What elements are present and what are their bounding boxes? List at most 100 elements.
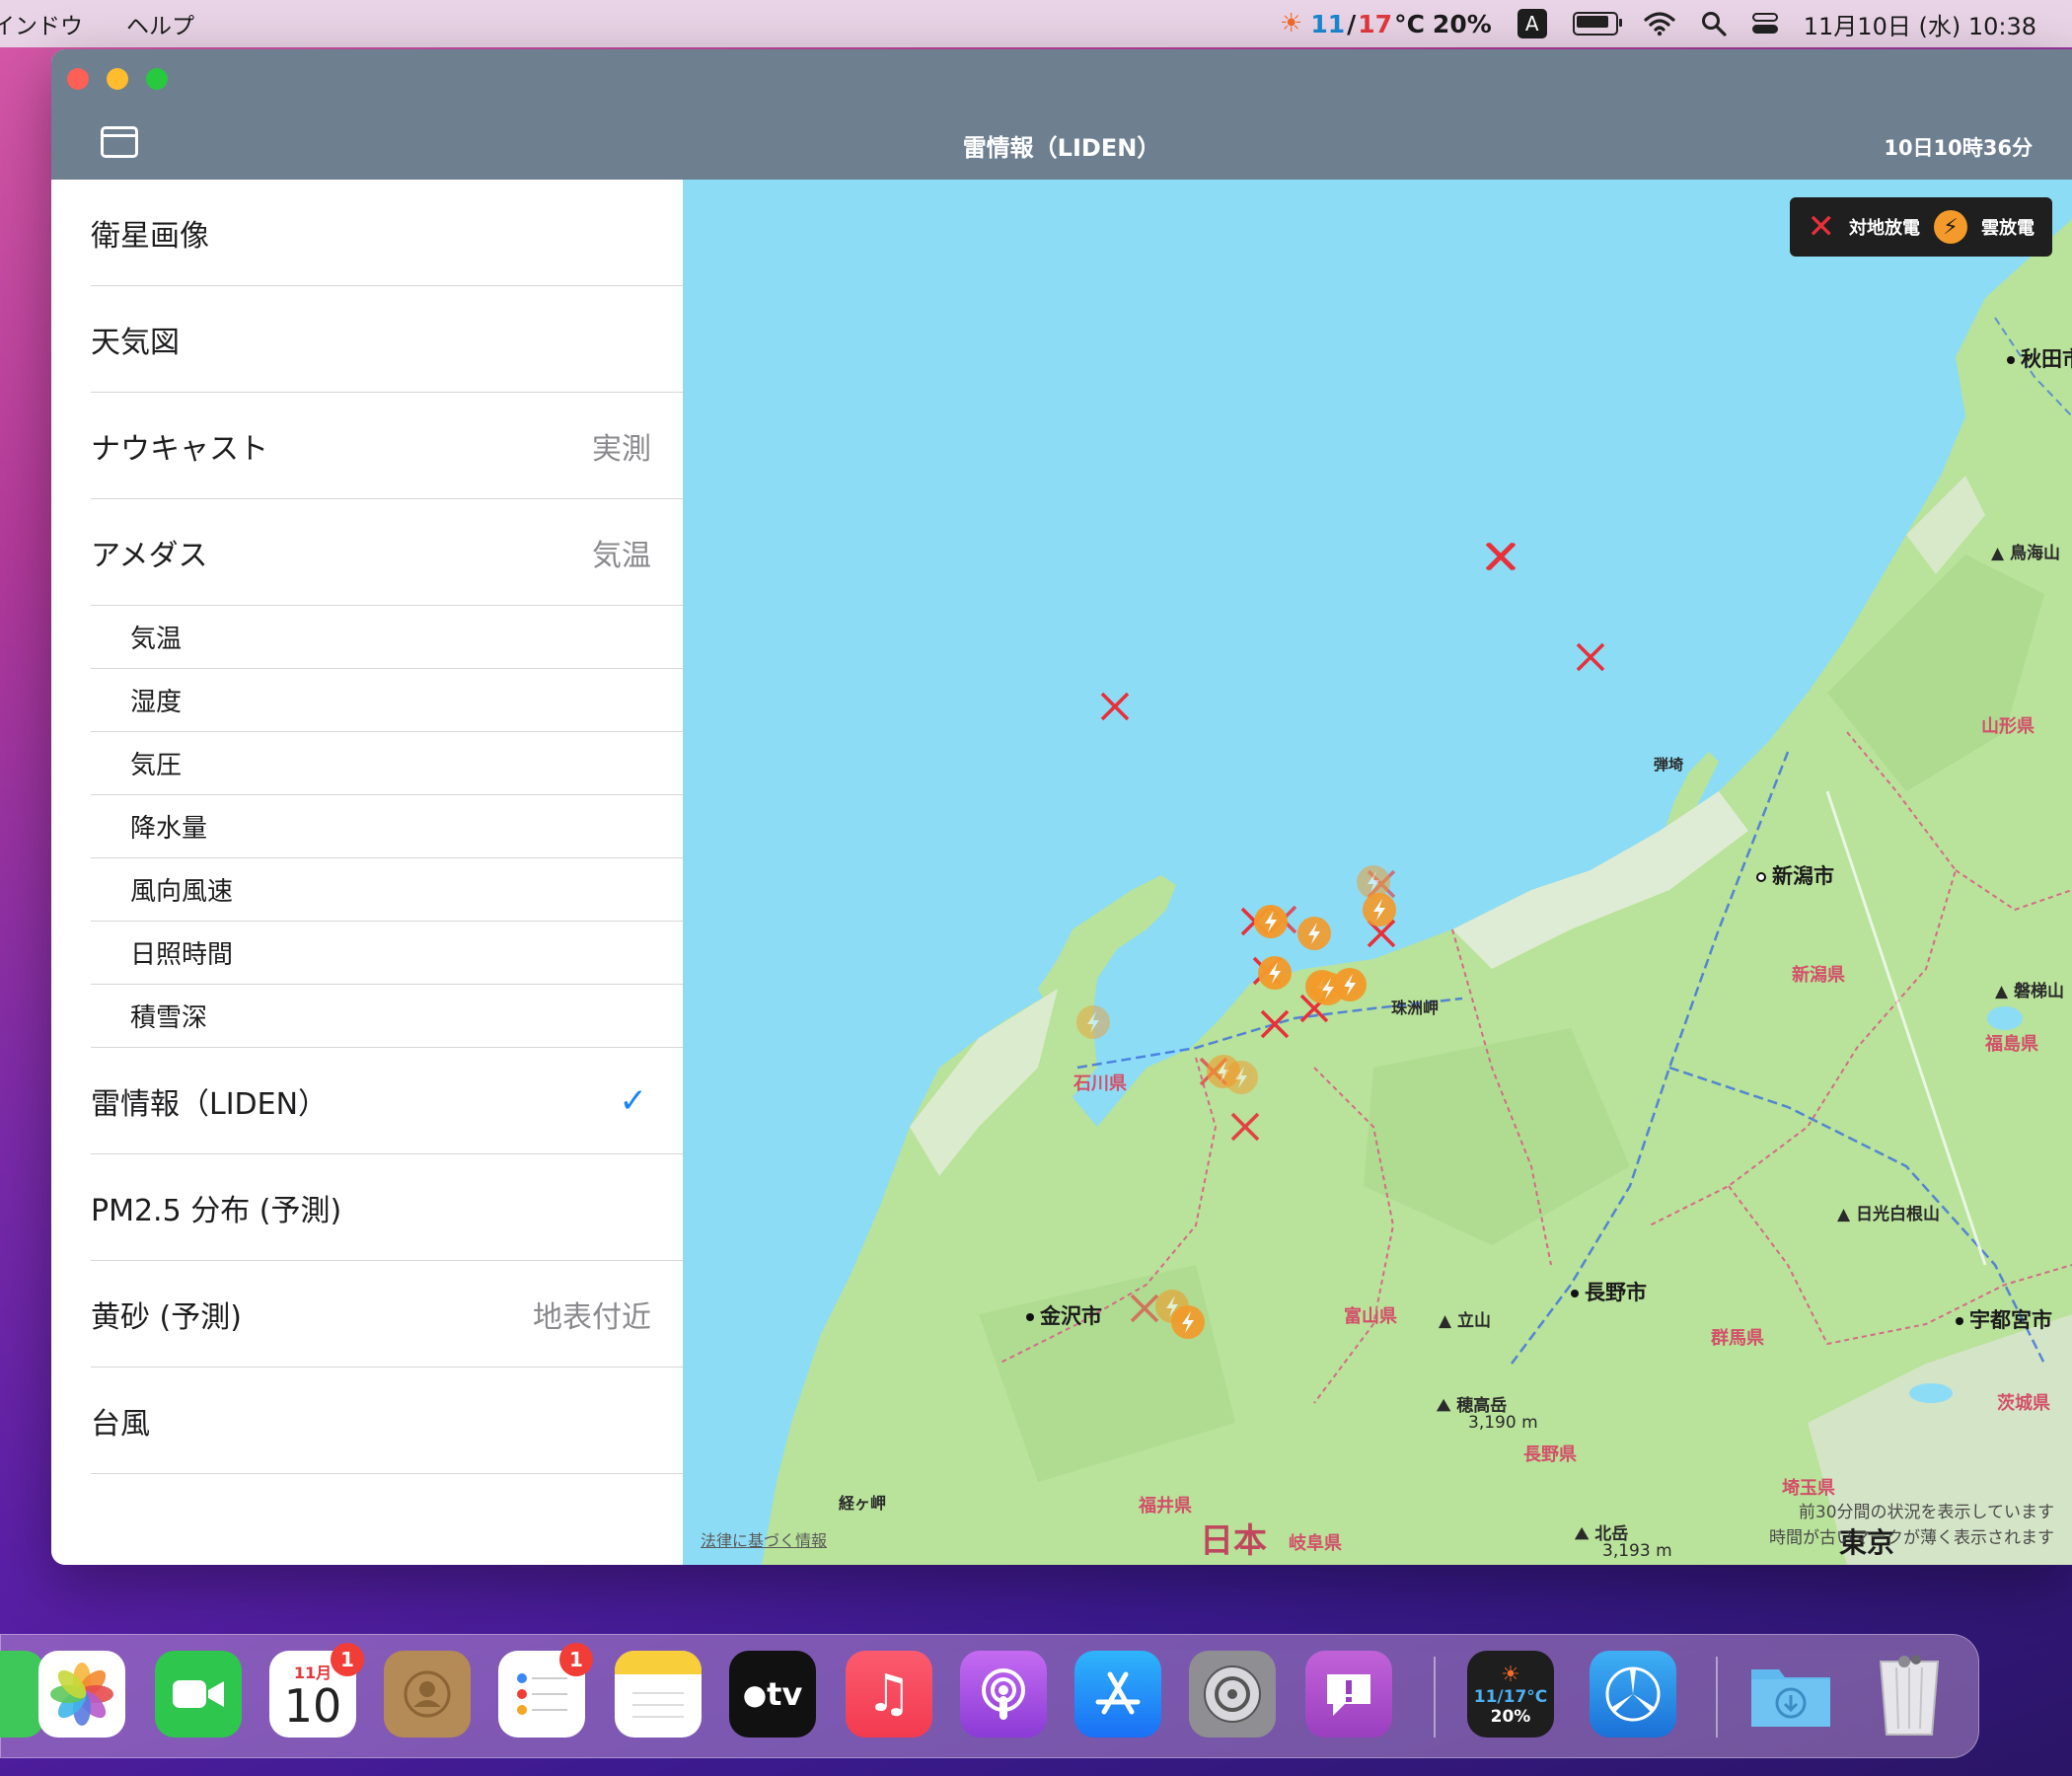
sidebar-item-liden[interactable]: 雷情報（LIDEN） ✓ bbox=[91, 1048, 683, 1154]
lightning-strikes bbox=[1076, 542, 1605, 1339]
label-nikko: ▲ 日光白根山 bbox=[1837, 1205, 1940, 1224]
dock-trash-icon[interactable] bbox=[1866, 1651, 1953, 1738]
close-button[interactable] bbox=[67, 68, 89, 90]
cloud-strike-icon: ⚡ bbox=[1934, 210, 1967, 244]
lightning-map[interactable]: ✕ 対地放電 ⚡ 雲放電 秋田市 ▲ 鳥海山 山形県 弾埼 新潟市 新潟県 ▲ … bbox=[683, 180, 2072, 1565]
dock-reminders-icon[interactable]: 1 bbox=[498, 1643, 593, 1738]
ground-strike-mark bbox=[1260, 1009, 1290, 1039]
dock-apple-tv-icon[interactable]: ● tv bbox=[729, 1651, 816, 1738]
sidebar-item-amedas[interactable]: アメダス 気温 bbox=[91, 499, 683, 606]
dock-downloads-folder-icon[interactable] bbox=[1747, 1651, 1834, 1738]
weather-high: 17 bbox=[1358, 9, 1393, 38]
label-gunma: 群馬県 bbox=[1711, 1328, 1764, 1349]
label-yamagata: 山形県 bbox=[1981, 716, 2035, 737]
label-fukui: 福井県 bbox=[1139, 1496, 1192, 1517]
dock-contacts-icon[interactable] bbox=[384, 1651, 471, 1738]
ground-strike-icon: ✕ bbox=[1807, 207, 1836, 247]
cloud-strike-mark bbox=[1311, 972, 1345, 1005]
calendar-badge: 1 bbox=[331, 1643, 364, 1676]
dock-photos-icon[interactable] bbox=[38, 1651, 125, 1738]
checkmark-icon: ✓ bbox=[619, 1080, 648, 1121]
dock-podcasts-icon[interactable] bbox=[960, 1651, 1047, 1738]
sidebar-item-label: 黄砂 (予測) bbox=[91, 1299, 242, 1335]
reminders-badge: 1 bbox=[559, 1643, 593, 1676]
battery-icon[interactable] bbox=[1572, 12, 1622, 36]
title-bar: 雷情報（LIDEN） 10日10時36分 bbox=[51, 49, 2072, 180]
sidebar-item-label: ナウキャスト bbox=[91, 431, 268, 467]
dock: 11月 10 1 1 ● tv ♫ ☀ 11/17°C 20% bbox=[0, 1634, 1979, 1758]
weather-low: 11 bbox=[1310, 9, 1346, 38]
ground-strike-mark bbox=[1576, 642, 1605, 672]
legend-cloud-label: 雲放電 bbox=[1981, 218, 2035, 239]
sidebar-item-satellite[interactable]: 衛星画像 bbox=[91, 180, 683, 286]
dock-notes-icon[interactable] bbox=[615, 1651, 702, 1738]
wifi-icon[interactable] bbox=[1644, 11, 1675, 37]
menu-window[interactable]: インドウ bbox=[0, 7, 83, 40]
label-hotaka-height: 3,190 m bbox=[1468, 1413, 1538, 1433]
input-method-icon[interactable]: A bbox=[1517, 9, 1547, 38]
zoom-button[interactable] bbox=[146, 68, 168, 90]
sidebar-item-value: 地表付近 bbox=[533, 1299, 651, 1335]
dock-system-preferences-icon[interactable] bbox=[1189, 1651, 1276, 1738]
label-niigata-pref: 新潟県 bbox=[1792, 965, 1845, 986]
sidebar-subitem-snow-depth[interactable]: 積雪深 bbox=[91, 985, 683, 1048]
sidebar-item-nowcast[interactable]: ナウキャスト 実測 bbox=[91, 393, 683, 499]
weather-slash: / bbox=[1347, 9, 1357, 38]
sidebar-item-label: アメダス bbox=[91, 538, 208, 573]
sidebar-subitem-humidity[interactable]: 湿度 bbox=[91, 669, 683, 732]
sidebar-subitem-temperature[interactable]: 気温 bbox=[91, 606, 683, 669]
cloud-strike-mark bbox=[1076, 1005, 1110, 1039]
sidebar-item-label: 日照時間 bbox=[130, 940, 234, 970]
sidebar-item-typhoon[interactable]: 台風 bbox=[91, 1368, 683, 1474]
cloud-strike-mark bbox=[1297, 917, 1331, 950]
music-note-icon: ♫ bbox=[865, 1665, 913, 1724]
dock-feedback-icon[interactable] bbox=[1305, 1651, 1392, 1738]
sidebar-item-label: 雷情報（LIDEN） bbox=[91, 1086, 329, 1122]
menubar-datetime[interactable]: 11月10日 (水) 10:38 bbox=[1804, 7, 2036, 41]
menu-help[interactable]: ヘルプ bbox=[126, 7, 194, 40]
dock-music-icon[interactable]: ♫ bbox=[846, 1651, 932, 1738]
dock-windmill-app-icon[interactable] bbox=[1590, 1651, 1676, 1738]
map-note-period: 前30分間の状況を表示しています bbox=[1798, 1503, 2054, 1522]
label-kanazawa: 金沢市 bbox=[1026, 1300, 1102, 1330]
legend-ground-label: 対地放電 bbox=[1849, 218, 1920, 239]
dock-divider bbox=[1716, 1657, 1718, 1738]
menubar-weather[interactable]: ☀ 11/17 °C 20% bbox=[1280, 9, 1492, 38]
sidebar-item-label: 風向風速 bbox=[130, 877, 234, 907]
dock-calendar-icon[interactable]: 11月 10 1 bbox=[269, 1643, 364, 1738]
ground-strike-mark bbox=[1100, 692, 1130, 721]
control-center-icon[interactable] bbox=[1751, 13, 1778, 35]
cloud-strike-mark bbox=[1254, 905, 1288, 938]
legal-info-link[interactable]: 法律に基づく情報 bbox=[701, 1527, 827, 1551]
dock-weather-widget-icon[interactable]: ☀ 11/17°C 20% bbox=[1467, 1651, 1554, 1738]
sidebar-item-label: 台風 bbox=[91, 1406, 150, 1442]
dock-app-store-icon[interactable] bbox=[1074, 1651, 1161, 1738]
tv-label: tv bbox=[767, 1675, 803, 1713]
sidebar-subitem-sunshine[interactable]: 日照時間 bbox=[91, 922, 683, 985]
cloud-strike-mark bbox=[1258, 956, 1292, 990]
label-tateyama: ▲ 立山 bbox=[1439, 1311, 1491, 1331]
label-suzu: 珠洲岬 bbox=[1391, 999, 1440, 1017]
widget-temp: 11/17°C bbox=[1473, 1686, 1548, 1707]
window-title: 雷情報（LIDEN） bbox=[962, 134, 1161, 162]
dock-facetime-icon[interactable] bbox=[155, 1651, 242, 1738]
label-kitadake-height: 3,193 m bbox=[1602, 1541, 1672, 1561]
search-icon[interactable] bbox=[1701, 11, 1727, 37]
label-fukushima: 福島県 bbox=[1985, 1034, 2038, 1055]
ground-strike-mark bbox=[1485, 542, 1515, 571]
cloud-strike-mark bbox=[1171, 1305, 1205, 1339]
sidebar-item-kosa[interactable]: 黄砂 (予測) 地表付近 bbox=[91, 1261, 683, 1368]
label-ibaraki: 茨城県 bbox=[1997, 1393, 2050, 1414]
sidebar-item-pm25[interactable]: PM2.5 分布 (予測) bbox=[91, 1154, 683, 1261]
sidebar-subitem-pressure[interactable]: 気圧 bbox=[91, 732, 683, 795]
apple-logo-icon: ● bbox=[742, 1677, 768, 1711]
observation-time: 10日10時36分 bbox=[1884, 136, 2033, 160]
label-utsunomiya: 宇都宮市 bbox=[1956, 1304, 2052, 1334]
sidebar-subitem-precipitation[interactable]: 降水量 bbox=[91, 795, 683, 858]
sidebar-subitem-wind[interactable]: 風向風速 bbox=[91, 858, 683, 922]
label-bandai: ▲ 磐梯山 bbox=[1995, 982, 2064, 1001]
widget-pct: 20% bbox=[1490, 1706, 1531, 1727]
sidebar-item-label: 天気図 bbox=[91, 325, 180, 360]
minimize-button[interactable] bbox=[107, 68, 128, 90]
sidebar-item-weather-map[interactable]: 天気図 bbox=[91, 286, 683, 393]
